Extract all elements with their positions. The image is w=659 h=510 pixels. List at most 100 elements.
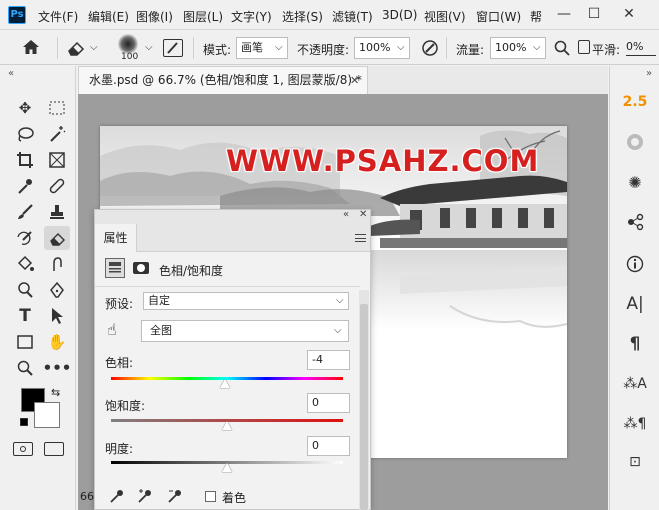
- menu-window[interactable]: 窗口(W): [476, 8, 521, 25]
- hue-input[interactable]: -4: [307, 350, 350, 370]
- mode-select[interactable]: 画笔 ⌵: [236, 37, 288, 59]
- menu-file[interactable]: 文件(F): [38, 8, 78, 25]
- home-icon[interactable]: [22, 39, 40, 58]
- brush-preview-icon[interactable]: [118, 34, 138, 54]
- menu-image[interactable]: 图像(I): [136, 8, 173, 25]
- adjustment-icon[interactable]: [105, 258, 125, 278]
- close-tab-icon[interactable]: ✕: [350, 67, 359, 94]
- rectangle-tool-icon[interactable]: [12, 330, 38, 354]
- preset-select[interactable]: 自定 ⌵: [143, 292, 349, 310]
- magic-wand-icon[interactable]: [44, 122, 70, 146]
- type-tool-icon[interactable]: T: [12, 304, 38, 328]
- marquee-tool-icon[interactable]: [44, 96, 70, 120]
- photoshop-logo: Ps: [8, 6, 26, 24]
- menu-bar: Ps 文件(F) 编辑(E) 图像(I) 图层(L) 文字(Y) 选择(S) 滤…: [0, 0, 659, 30]
- menu-type[interactable]: 文字(Y): [231, 8, 272, 25]
- background-color-swatch[interactable]: [34, 402, 60, 428]
- mask-icon[interactable]: [131, 258, 151, 278]
- menu-view[interactable]: 视图(V): [424, 8, 466, 25]
- brush-tool-icon[interactable]: [12, 200, 38, 224]
- saturation-input[interactable]: 0: [307, 393, 350, 413]
- menu-help[interactable]: 帮: [530, 8, 542, 25]
- flow-input[interactable]: 100% ⌵: [490, 37, 546, 59]
- saturation-slider-thumb[interactable]: [222, 421, 232, 430]
- opacity-input[interactable]: 100% ⌵: [354, 37, 410, 59]
- collapse-panel-icon[interactable]: «: [343, 209, 349, 220]
- eraser-tool-preset-icon[interactable]: [66, 39, 86, 60]
- flow-label: 流量:: [456, 43, 485, 57]
- smudge-tool-icon[interactable]: [44, 252, 70, 276]
- eyedropper-minus-icon[interactable]: [167, 488, 183, 507]
- burst-icon[interactable]: ✺: [618, 166, 652, 198]
- plugin-badge-icon[interactable]: 2.5: [618, 86, 652, 118]
- zoom-tool-icon[interactable]: [12, 356, 38, 380]
- crop-tool-icon[interactable]: [12, 148, 38, 172]
- eyedropper-icon[interactable]: [12, 174, 38, 198]
- lasso-tool-icon[interactable]: [12, 122, 38, 146]
- panel-menu-icon[interactable]: [355, 234, 366, 242]
- pen-tool-icon[interactable]: [44, 278, 70, 302]
- color-wheel-icon[interactable]: [618, 126, 652, 158]
- menu-select[interactable]: 选择(S): [282, 8, 323, 25]
- colorize-checkbox[interactable]: [205, 491, 216, 502]
- mode-label: 模式:: [203, 43, 232, 57]
- character-styles-icon[interactable]: ⁂A: [618, 368, 652, 400]
- paragraph-styles-icon[interactable]: ⁂¶: [618, 408, 652, 440]
- close-window-button[interactable]: ✕: [614, 0, 644, 28]
- lightness-slider-thumb[interactable]: [222, 463, 232, 472]
- target-adjust-hand-icon[interactable]: ☝: [107, 320, 117, 339]
- hand-tool-icon[interactable]: ✋: [44, 330, 70, 354]
- default-colors-icon[interactable]: [20, 418, 28, 426]
- menu-filter[interactable]: 滤镜(T): [332, 8, 373, 25]
- move-tool-icon[interactable]: ✥: [12, 96, 38, 120]
- eyedropper-icon[interactable]: [109, 488, 125, 507]
- maximize-button[interactable]: ☐: [579, 0, 609, 28]
- character-panel-icon[interactable]: A|: [618, 288, 652, 320]
- path-select-icon[interactable]: [44, 304, 70, 328]
- panel-scrollbar[interactable]: [359, 290, 369, 510]
- scrollbar-thumb[interactable]: [360, 304, 368, 510]
- document-tab[interactable]: 水墨.psd @ 66.7% (色相/饱和度 1, 图层蒙版/8) * ✕: [78, 66, 368, 94]
- info-icon[interactable]: [618, 248, 652, 280]
- quick-mask-icon[interactable]: [13, 442, 33, 456]
- stamp-tool-icon[interactable]: [44, 200, 70, 224]
- search-icon[interactable]: [554, 40, 570, 59]
- dodge-tool-icon[interactable]: [12, 278, 38, 302]
- swap-colors-icon[interactable]: ⇆: [51, 386, 60, 399]
- brush-size-readout: 100: [121, 52, 139, 62]
- menu-edit[interactable]: 编辑(E): [88, 8, 129, 25]
- brush-settings-icon[interactable]: [163, 39, 183, 57]
- screen-mode-icon[interactable]: [44, 442, 64, 456]
- healing-brush-icon[interactable]: [44, 174, 70, 198]
- hue-slider-thumb[interactable]: [219, 379, 230, 388]
- chevron-down-icon[interactable]: ⌵: [145, 42, 153, 53]
- divider: [95, 286, 360, 287]
- zoom-readout: 66: [80, 490, 94, 503]
- preset-label: 预设:: [105, 297, 134, 311]
- frame-tool-icon[interactable]: [44, 148, 70, 172]
- menu-3d[interactable]: 3D(D): [382, 8, 417, 22]
- eraser-tool-icon[interactable]: [44, 226, 70, 250]
- glyphs-icon[interactable]: ⊡: [618, 446, 652, 478]
- collapse-icon[interactable]: «: [8, 68, 14, 79]
- more-tools-icon[interactable]: •••: [43, 356, 72, 380]
- tab-properties[interactable]: 属性: [95, 224, 137, 252]
- hue-label: 色相:: [105, 356, 134, 370]
- right-panel-dock: » 2.5 ✺ A| ¶ ⁂A ⁂¶ ⊡: [609, 66, 659, 510]
- panel-titlebar[interactable]: « ✕: [95, 209, 370, 224]
- channel-select[interactable]: 全图 ⌵: [141, 320, 349, 342]
- expand-icon[interactable]: »: [646, 68, 652, 79]
- navigator-icon[interactable]: [618, 206, 652, 238]
- minimize-button[interactable]: —: [549, 0, 579, 28]
- lightness-input[interactable]: 0: [307, 436, 350, 456]
- pressure-opacity-icon[interactable]: [421, 39, 439, 60]
- close-panel-icon[interactable]: ✕: [359, 209, 367, 220]
- menu-layer[interactable]: 图层(L): [183, 8, 223, 25]
- eyedropper-plus-icon[interactable]: [137, 488, 153, 507]
- smoothing-input[interactable]: 0%: [626, 40, 656, 56]
- chevron-down-icon[interactable]: ⌵: [90, 42, 98, 53]
- properties-panel: « ✕ 属性 色相/饱和度 预设: 自定 ⌵ ☝ 全图 ⌵ 色相: -4 饱和度…: [94, 209, 371, 510]
- history-brush-icon[interactable]: [12, 226, 38, 250]
- paint-bucket-icon[interactable]: [12, 252, 38, 276]
- paragraph-panel-icon[interactable]: ¶: [618, 328, 652, 360]
